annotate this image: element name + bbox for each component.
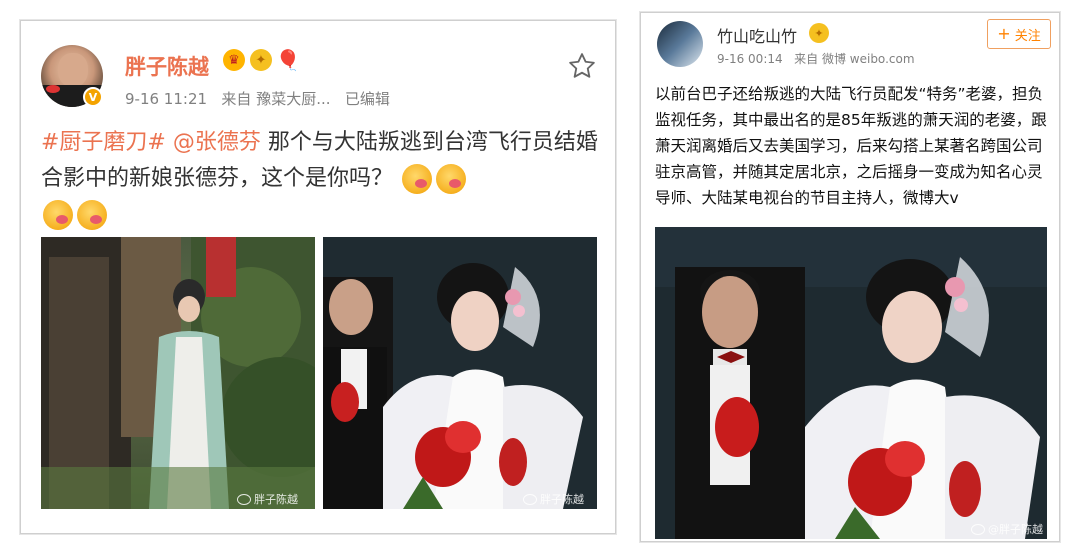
emoji-icon [43, 200, 73, 230]
post-text: #厨子磨刀# @张德芬 那个与大陆叛逃到台湾飞行员结婚合影中的新娘张德芬，这个是… [41, 125, 601, 233]
username[interactable]: 胖子陈越 [125, 51, 209, 81]
watermark: 胖子陈越 [523, 491, 584, 507]
post-text: 以前台巴子还给叛逃的大陆飞行员配发“特务”老婆，担负监视任务，其中最出名的是85… [655, 85, 1047, 207]
star-icon[interactable] [567, 51, 597, 81]
post-time[interactable]: 9-16 11:21 [125, 90, 207, 108]
watermark: 胖子陈越 [237, 491, 298, 507]
medal-icon[interactable]: ✦ [809, 23, 829, 43]
post-image-woman-garden[interactable]: 胖子陈越 [41, 237, 315, 509]
left-weibo-post: V 胖子陈越 ♛ ✦ 🎈 9-16 11:21 来自 豫菜大厨... 已编辑 #… [20, 20, 616, 534]
verified-badge-icon: V [83, 87, 103, 107]
emoji-icon [436, 164, 467, 194]
watermark: @胖子陈越 [971, 521, 1043, 537]
source-prefix: 来自 [794, 52, 819, 66]
emoji-icon [77, 200, 107, 230]
mention-link[interactable]: @张德芬 [173, 130, 261, 155]
source-link[interactable]: 微博 weibo.com [822, 52, 915, 66]
balloon-icon[interactable]: 🎈 [276, 49, 301, 71]
crown-icon[interactable]: ♛ [223, 49, 245, 71]
post-image-wedding[interactable]: @胖子陈越 [655, 227, 1047, 539]
avatar[interactable] [657, 21, 703, 67]
post-meta: 9-16 00:14 来自 微博 weibo.com [717, 50, 915, 67]
plus-icon: + [997, 24, 1011, 43]
source-link[interactable]: 豫菜大厨... [256, 90, 330, 108]
user-badges: ♛ ✦ 🎈 [223, 49, 301, 71]
hashtag-link[interactable]: #厨子磨刀# [41, 130, 166, 155]
medal-icon[interactable]: ✦ [250, 49, 272, 71]
post-meta: 9-16 11:21 来自 豫菜大厨... 已编辑 [125, 88, 390, 109]
source-prefix: 来自 [221, 90, 252, 108]
post-time[interactable]: 9-16 00:14 [717, 52, 783, 66]
right-weibo-post: 竹山吃山竹 ✦ 9-16 00:14 来自 微博 weibo.com + 关注 … [640, 12, 1060, 542]
username[interactable]: 竹山吃山竹 [717, 23, 797, 47]
emoji-icon [402, 164, 433, 194]
follow-button[interactable]: + 关注 [987, 19, 1051, 49]
edited-label[interactable]: 已编辑 [345, 90, 390, 108]
post-image-wedding[interactable]: 胖子陈越 [323, 237, 597, 509]
